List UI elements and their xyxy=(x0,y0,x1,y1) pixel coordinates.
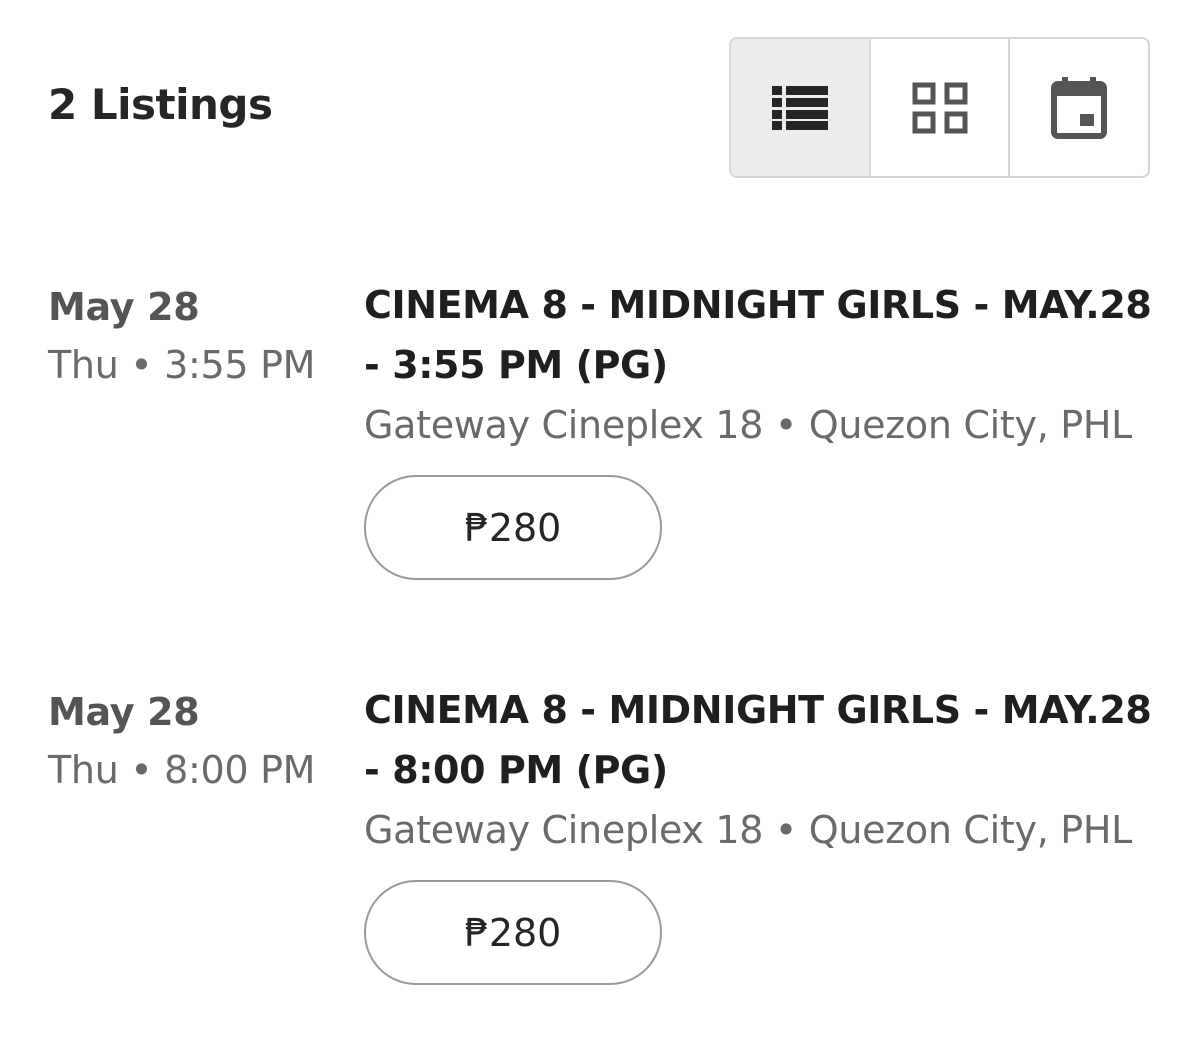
listing-venue: Gateway Cineplex 18 • Quezon City, PHL xyxy=(364,403,1133,447)
listing-title[interactable]: CINEMA 8 - MIDNIGHT GIRLS - MAY.28 - 8:0… xyxy=(364,680,1164,800)
listings-header: 2 Listings xyxy=(0,0,1200,200)
listing-time: Thu • 8:00 PM xyxy=(48,748,316,792)
calendar-view-button[interactable] xyxy=(1010,39,1148,176)
list-icon xyxy=(771,85,828,130)
price-button[interactable]: ₱280 xyxy=(364,880,662,985)
listing-date: May 28 xyxy=(48,690,200,734)
list-view-button[interactable] xyxy=(731,39,871,176)
listing-title[interactable]: CINEMA 8 - MIDNIGHT GIRLS - MAY.28 - 3:5… xyxy=(364,275,1164,395)
price-button[interactable]: ₱280 xyxy=(364,475,662,580)
view-switcher xyxy=(729,37,1150,178)
calendar-icon xyxy=(1051,76,1108,139)
listing-date: May 28 xyxy=(48,285,200,329)
listing-time: Thu • 3:55 PM xyxy=(48,343,316,387)
grid-icon xyxy=(912,82,968,134)
grid-view-button[interactable] xyxy=(871,39,1011,176)
listing-venue: Gateway Cineplex 18 • Quezon City, PHL xyxy=(364,808,1133,852)
listing-count: 2 Listings xyxy=(48,80,273,129)
